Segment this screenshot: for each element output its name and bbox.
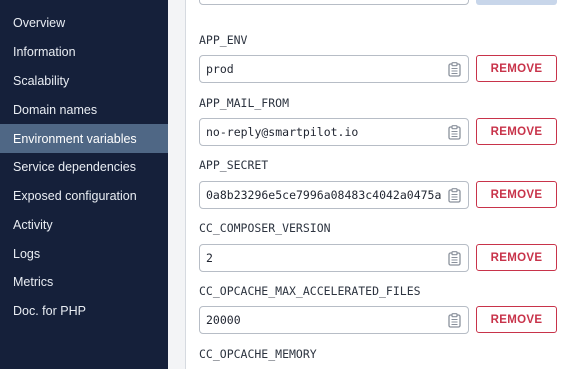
sidebar: Overview Information Scalability Domain … <box>0 0 168 369</box>
sidebar-item-service-dependencies[interactable]: Service dependencies <box>0 152 168 181</box>
env-var-value-input[interactable]: 20000 <box>199 306 469 334</box>
env-var-value[interactable]: 20000 <box>206 307 446 333</box>
clipboard-icon[interactable] <box>448 313 461 328</box>
env-var-name: CC_COMPOSER_VERSION <box>199 221 331 235</box>
env-var-value-input[interactable]: 0a8b23296e5ce7996a08483c4042a0475a <box>199 181 469 209</box>
sidebar-item-domain-names[interactable]: Domain names <box>0 95 168 124</box>
sidebar-item-information[interactable]: Information <box>0 37 168 66</box>
env-var-value[interactable]: 0a8b23296e5ce7996a08483c4042a0475a <box>206 182 446 208</box>
env-var-name: APP_SECRET <box>199 158 269 172</box>
sidebar-item-exposed-configuration[interactable]: Exposed configuration <box>0 181 168 210</box>
sidebar-item-activity[interactable]: Activity <box>0 210 168 239</box>
env-var-name: CC_OPCACHE_MAX_ACCELERATED_FILES <box>199 284 421 298</box>
sidebar-item-doc-for-php[interactable]: Doc. for PHP <box>0 296 168 325</box>
previous-variable-input[interactable] <box>199 0 469 5</box>
env-vars-panel: APP_ENV prod REMOVE APP_MAIL_FROM no-rep… <box>185 0 570 369</box>
env-var-value-input[interactable]: 2 <box>199 244 469 272</box>
clipboard-icon[interactable] <box>448 125 461 140</box>
clipboard-icon[interactable] <box>448 251 461 266</box>
env-var-value[interactable]: no-reply@smartpilot.io <box>206 119 446 145</box>
env-var-name: APP_MAIL_FROM <box>199 96 290 110</box>
env-var-value-input[interactable]: prod <box>199 55 469 83</box>
sidebar-item-metrics[interactable]: Metrics <box>0 267 168 296</box>
remove-button[interactable]: REMOVE <box>476 55 557 82</box>
remove-button[interactable]: REMOVE <box>476 306 557 333</box>
sidebar-item-environment-variables[interactable]: Environment variables <box>0 124 168 153</box>
clipboard-icon[interactable] <box>448 188 461 203</box>
sidebar-item-logs[interactable]: Logs <box>0 239 168 268</box>
env-var-value[interactable]: prod <box>206 56 446 82</box>
remove-button[interactable]: REMOVE <box>476 244 557 271</box>
sidebar-item-scalability[interactable]: Scalability <box>0 66 168 95</box>
env-var-name: CC_OPCACHE_MEMORY <box>199 347 317 361</box>
remove-button[interactable]: REMOVE <box>476 118 557 145</box>
env-var-value[interactable]: 2 <box>206 245 446 271</box>
env-var-value-input[interactable]: no-reply@smartpilot.io <box>199 118 469 146</box>
previous-action-button[interactable] <box>476 0 557 5</box>
remove-button[interactable]: REMOVE <box>476 181 557 208</box>
content-gutter <box>168 0 185 369</box>
clipboard-icon[interactable] <box>448 62 461 77</box>
sidebar-item-overview[interactable]: Overview <box>0 8 168 37</box>
env-var-name: APP_ENV <box>199 33 248 47</box>
